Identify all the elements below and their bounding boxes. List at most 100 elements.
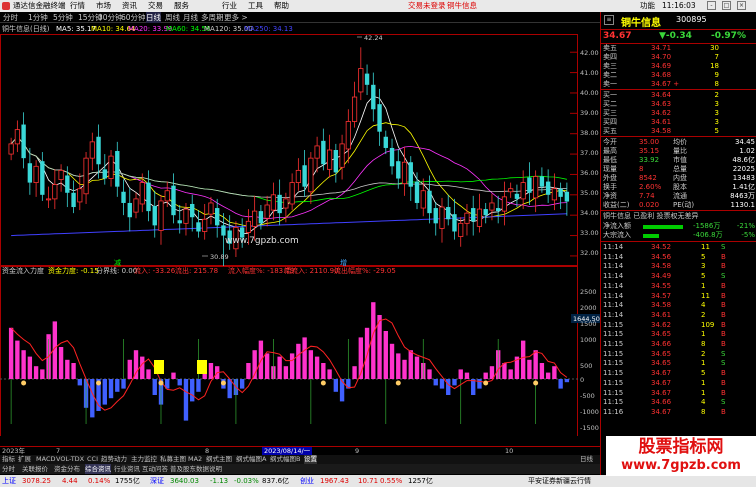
- menu-item-quotes[interactable]: 行情: [70, 0, 85, 12]
- candle-body[interactable]: [551, 188, 557, 201]
- candle-body[interactable]: [520, 182, 526, 200]
- candle-body[interactable]: [564, 191, 570, 202]
- period-tab-multi[interactable]: 多周期: [201, 12, 224, 23]
- tab-macd[interactable]: MACD: [36, 455, 55, 464]
- candle-body[interactable]: [164, 190, 170, 202]
- candle-body[interactable]: [183, 208, 189, 224]
- menu-item-tools[interactable]: 工具: [248, 0, 263, 12]
- candle-body[interactable]: [71, 192, 76, 208]
- tab-indicator[interactable]: 指标: [2, 455, 15, 464]
- candle-body[interactable]: [139, 182, 145, 205]
- tab-main-monitor[interactable]: 主力监控: [131, 455, 157, 464]
- candle-body[interactable]: [408, 162, 413, 187]
- candle-body[interactable]: [545, 181, 551, 195]
- close-icon[interactable]: ×: [737, 1, 746, 10]
- candle-body[interactable]: [433, 208, 438, 224]
- candle-body[interactable]: [476, 208, 483, 227]
- candle-body[interactable]: [501, 196, 508, 212]
- tab-daily-right[interactable]: 日线: [580, 455, 593, 464]
- info-tab-holders[interactable]: 普及股东数据说明: [170, 464, 222, 474]
- candle-body[interactable]: [339, 143, 345, 168]
- tab-ma2[interactable]: MA2: [188, 455, 202, 464]
- candle-body[interactable]: [177, 220, 182, 224]
- candle-body[interactable]: [295, 169, 301, 183]
- candle-body[interactable]: [152, 206, 157, 226]
- period-tab-60min[interactable]: 60分钟: [121, 12, 146, 23]
- period-tab-intraday[interactable]: 分时: [3, 12, 18, 23]
- candle-body[interactable]: [196, 222, 201, 232]
- candle-body[interactable]: [102, 169, 107, 179]
- candle-body[interactable]: [115, 151, 120, 187]
- candle-body[interactable]: [33, 165, 39, 183]
- tab-vol-tdx[interactable]: VOL-TDX: [56, 455, 84, 464]
- candle-body[interactable]: [489, 202, 495, 211]
- menu-item-market[interactable]: 市场: [96, 0, 111, 12]
- period-tab-5min[interactable]: 5分钟: [53, 12, 73, 23]
- period-tab-1min[interactable]: 1分钟: [28, 12, 48, 23]
- candle-body[interactable]: [221, 225, 226, 236]
- info-tab-intraday[interactable]: 分时: [2, 464, 15, 474]
- candle-body[interactable]: [401, 161, 408, 185]
- candle-body[interactable]: [314, 145, 320, 159]
- candle-body[interactable]: [40, 161, 45, 195]
- candle-body[interactable]: [371, 84, 376, 110]
- tab-cci[interactable]: CCI: [87, 455, 98, 464]
- candle-body[interactable]: [270, 194, 276, 211]
- candle-body[interactable]: [96, 136, 101, 165]
- menu-item-help[interactable]: 帮助: [274, 0, 289, 12]
- candle-body[interactable]: [377, 104, 382, 132]
- candle-body[interactable]: [202, 218, 208, 232]
- maximize-icon[interactable]: □: [722, 1, 731, 10]
- menu-item-news[interactable]: 资讯: [122, 0, 137, 12]
- function-menu[interactable]: 功能: [640, 0, 655, 12]
- candle-body[interactable]: [439, 206, 445, 229]
- tab-trend-power[interactable]: 趋势动力: [101, 455, 127, 464]
- candle-body[interactable]: [58, 169, 64, 180]
- candle-body[interactable]: [396, 161, 401, 179]
- candle-body[interactable]: [452, 214, 457, 232]
- candle-body[interactable]: [558, 188, 563, 197]
- candle-body[interactable]: [158, 200, 164, 231]
- candle-body[interactable]: [215, 208, 220, 226]
- menu-item-service[interactable]: 服务: [174, 0, 189, 12]
- candle-body[interactable]: [190, 203, 195, 218]
- tab-private-main[interactable]: 私募主图: [160, 455, 186, 464]
- info-tab-fund-dist[interactable]: 资金分布: [54, 464, 80, 474]
- fund-flow-indicator-chart[interactable]: 1644.50: [0, 266, 600, 436]
- candle-body[interactable]: [77, 188, 83, 203]
- period-tab-more[interactable]: 更多 >: [224, 12, 248, 23]
- candle-body[interactable]: [427, 190, 432, 214]
- candle-body[interactable]: [133, 198, 139, 213]
- info-tab-industry-news[interactable]: 行业资讯: [114, 464, 140, 474]
- candle-body[interactable]: [14, 129, 20, 145]
- candle-body[interactable]: [389, 147, 395, 167]
- candle-body[interactable]: [258, 211, 264, 224]
- period-tab-daily[interactable]: 日线: [146, 12, 161, 23]
- candle-body[interactable]: [208, 202, 214, 215]
- minimize-icon[interactable]: -: [707, 1, 716, 10]
- menu-item-industry[interactable]: 行业: [222, 0, 237, 12]
- sh-index-name[interactable]: 上证: [2, 475, 16, 487]
- candle-body[interactable]: [302, 165, 307, 187]
- info-tab-qa[interactable]: 互动问答: [142, 464, 168, 474]
- period-tab-monthly[interactable]: 月线: [183, 12, 198, 23]
- candle-body[interactable]: [464, 212, 470, 224]
- candle-body[interactable]: [321, 140, 326, 165]
- candle-body[interactable]: [345, 121, 351, 150]
- menu-item-trade[interactable]: 交易: [148, 0, 163, 12]
- tab-gang-a[interactable]: 纲式幅图A: [236, 455, 266, 464]
- candle-body[interactable]: [83, 157, 89, 195]
- candle-body[interactable]: [308, 157, 314, 193]
- candle-body[interactable]: [471, 208, 476, 222]
- info-tab-news[interactable]: 综合资讯: [85, 464, 111, 474]
- candle-body[interactable]: [65, 175, 70, 193]
- candle-body[interactable]: [283, 198, 289, 209]
- candle-body[interactable]: [46, 198, 52, 201]
- candle-body[interactable]: [264, 204, 270, 219]
- candle-body[interactable]: [514, 193, 520, 199]
- candle-body[interactable]: [333, 150, 339, 173]
- candle-body[interactable]: [508, 188, 514, 193]
- candle-body[interactable]: [358, 68, 364, 93]
- sz-index-name[interactable]: 深证: [150, 475, 164, 487]
- candle-body[interactable]: [108, 155, 114, 179]
